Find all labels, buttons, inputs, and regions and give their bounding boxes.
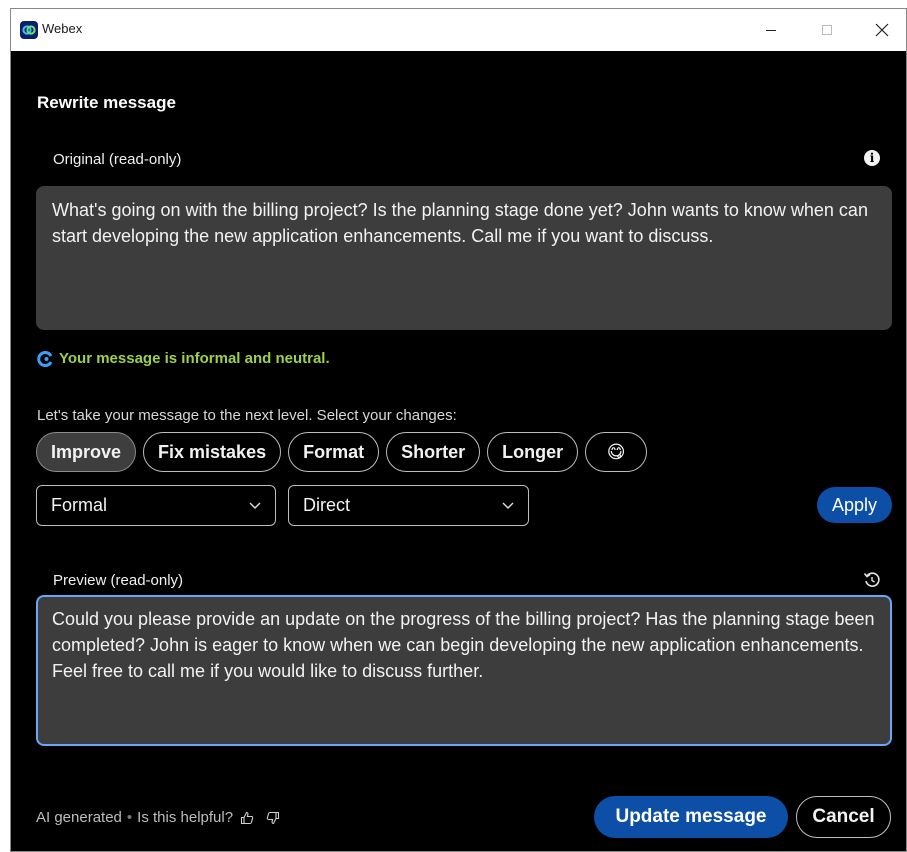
tone-select[interactable]: Formal	[36, 485, 276, 526]
rewrite-options: Improve Fix mistakes Format Shorter Long…	[36, 432, 648, 472]
helpful-question: Is this helpful?	[137, 809, 234, 826]
tone-status: Your message is informal and neutral.	[37, 350, 330, 367]
preview-label: Preview (read-only)	[53, 572, 184, 589]
title-bar: Webex	[11, 9, 906, 51]
original-label: Original (read-only)	[53, 151, 182, 168]
chip-improve[interactable]: Improve	[36, 432, 137, 472]
ai-generated-label: AI generated	[36, 809, 122, 826]
chip-longer[interactable]: Longer	[487, 432, 579, 472]
cancel-button[interactable]: Cancel	[796, 796, 891, 838]
chip-emoji[interactable]: 😋	[585, 432, 648, 472]
rewrite-prompt: Let's take your message to the next leve…	[37, 407, 457, 424]
thumbs-down-icon[interactable]	[266, 811, 280, 825]
style-select[interactable]: Direct	[288, 485, 529, 526]
chip-format[interactable]: Format	[288, 432, 380, 472]
chip-fix-mistakes[interactable]: Fix mistakes	[143, 432, 282, 472]
maximize-icon	[822, 25, 832, 35]
chevron-down-icon	[249, 502, 261, 509]
tone-status-text: Your message is informal and neutral.	[59, 350, 330, 367]
preview-message-box[interactable]: Could you please provide an update on th…	[36, 595, 892, 746]
update-message-button[interactable]: Update message	[594, 796, 788, 838]
ai-assistant-icon	[37, 350, 53, 367]
app-window: Webex Rewrite message Original (read-onl…	[10, 8, 907, 852]
chip-shorter[interactable]: Shorter	[386, 432, 481, 472]
maximize-button[interactable]	[804, 9, 850, 51]
chevron-down-icon	[502, 502, 514, 509]
info-icon[interactable]: i	[864, 150, 880, 166]
minimize-button[interactable]	[748, 9, 794, 51]
minimize-icon	[766, 30, 776, 31]
dialog-heading: Rewrite message	[37, 93, 176, 112]
original-message-box: What's going on with the billing project…	[36, 186, 892, 330]
close-window-button[interactable]	[859, 9, 905, 51]
feedback-bar: AI generated • Is this helpful?	[36, 809, 280, 826]
close-icon	[875, 23, 889, 37]
tone-select-value: Formal	[51, 495, 108, 515]
style-select-value: Direct	[303, 495, 351, 515]
footer-separator: •	[126, 809, 133, 826]
rewrite-dialog: Rewrite message Original (read-only) i W…	[11, 51, 906, 851]
window-title: Webex	[42, 21, 83, 36]
thumbs-up-icon[interactable]	[240, 811, 254, 825]
reset-icon[interactable]	[862, 570, 882, 590]
webex-logo-icon	[20, 21, 38, 39]
apply-button[interactable]: Apply	[817, 487, 892, 523]
